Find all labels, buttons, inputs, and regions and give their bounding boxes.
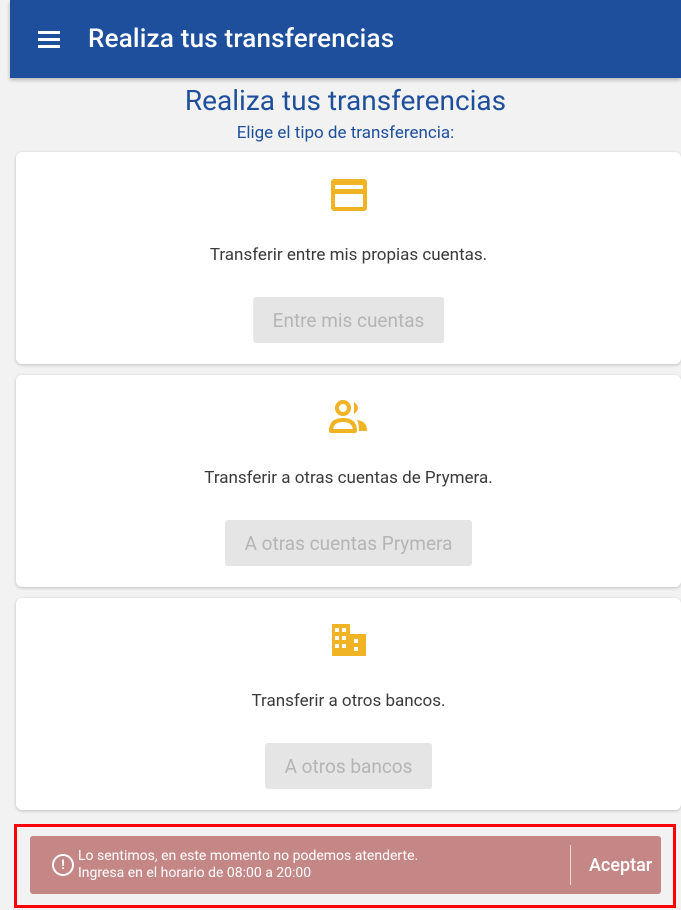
- page-subtitle: Elige el tipo de transferencia:: [236, 123, 455, 143]
- other-banks-button[interactable]: A otros bancos: [264, 743, 433, 789]
- card-prymera-accounts: Transferir a otras cuentas de Prymera. A…: [16, 375, 681, 587]
- card-description: Transferir entre mis propias cuentas.: [209, 245, 488, 265]
- own-accounts-button[interactable]: Entre mis cuentas: [252, 297, 445, 343]
- alert-snackbar: ! Lo sentimos, en este momento no podemo…: [30, 836, 661, 894]
- alert-message-line-2: Ingresa en el horario de 08:00 a 20:00: [78, 865, 312, 881]
- app-bar-title: Realiza tus transferencias: [88, 24, 395, 54]
- prymera-accounts-button[interactable]: A otras cuentas Prymera: [224, 520, 473, 566]
- app-bar: Realiza tus transferencias: [10, 0, 681, 78]
- card-description: Transferir a otras cuentas de Prymera.: [204, 468, 493, 488]
- alert-message-line-1: Lo sentimos, en este momento no podemos …: [78, 848, 419, 864]
- card-other-banks: Transferir a otros bancos. A otros banco…: [16, 598, 681, 810]
- card-own-accounts: Transferir entre mis propias cuentas. En…: [16, 152, 681, 364]
- card-description: Transferir a otros bancos.: [251, 691, 446, 711]
- alert-circle-icon: !: [52, 854, 74, 876]
- menu-icon: [38, 30, 60, 48]
- alert-highlight-frame: ! Lo sentimos, en este momento no podemo…: [14, 824, 676, 908]
- page-title: Realiza tus transferencias: [184, 84, 507, 117]
- credit-card-icon: [16, 178, 681, 212]
- building-icon: [16, 622, 681, 658]
- accept-button[interactable]: Aceptar: [589, 855, 652, 876]
- alert-message: Lo sentimos, en este momento no podemos …: [78, 848, 558, 882]
- people-icon: [16, 399, 681, 435]
- alert-divider: [570, 845, 571, 885]
- menu-button[interactable]: [10, 0, 82, 78]
